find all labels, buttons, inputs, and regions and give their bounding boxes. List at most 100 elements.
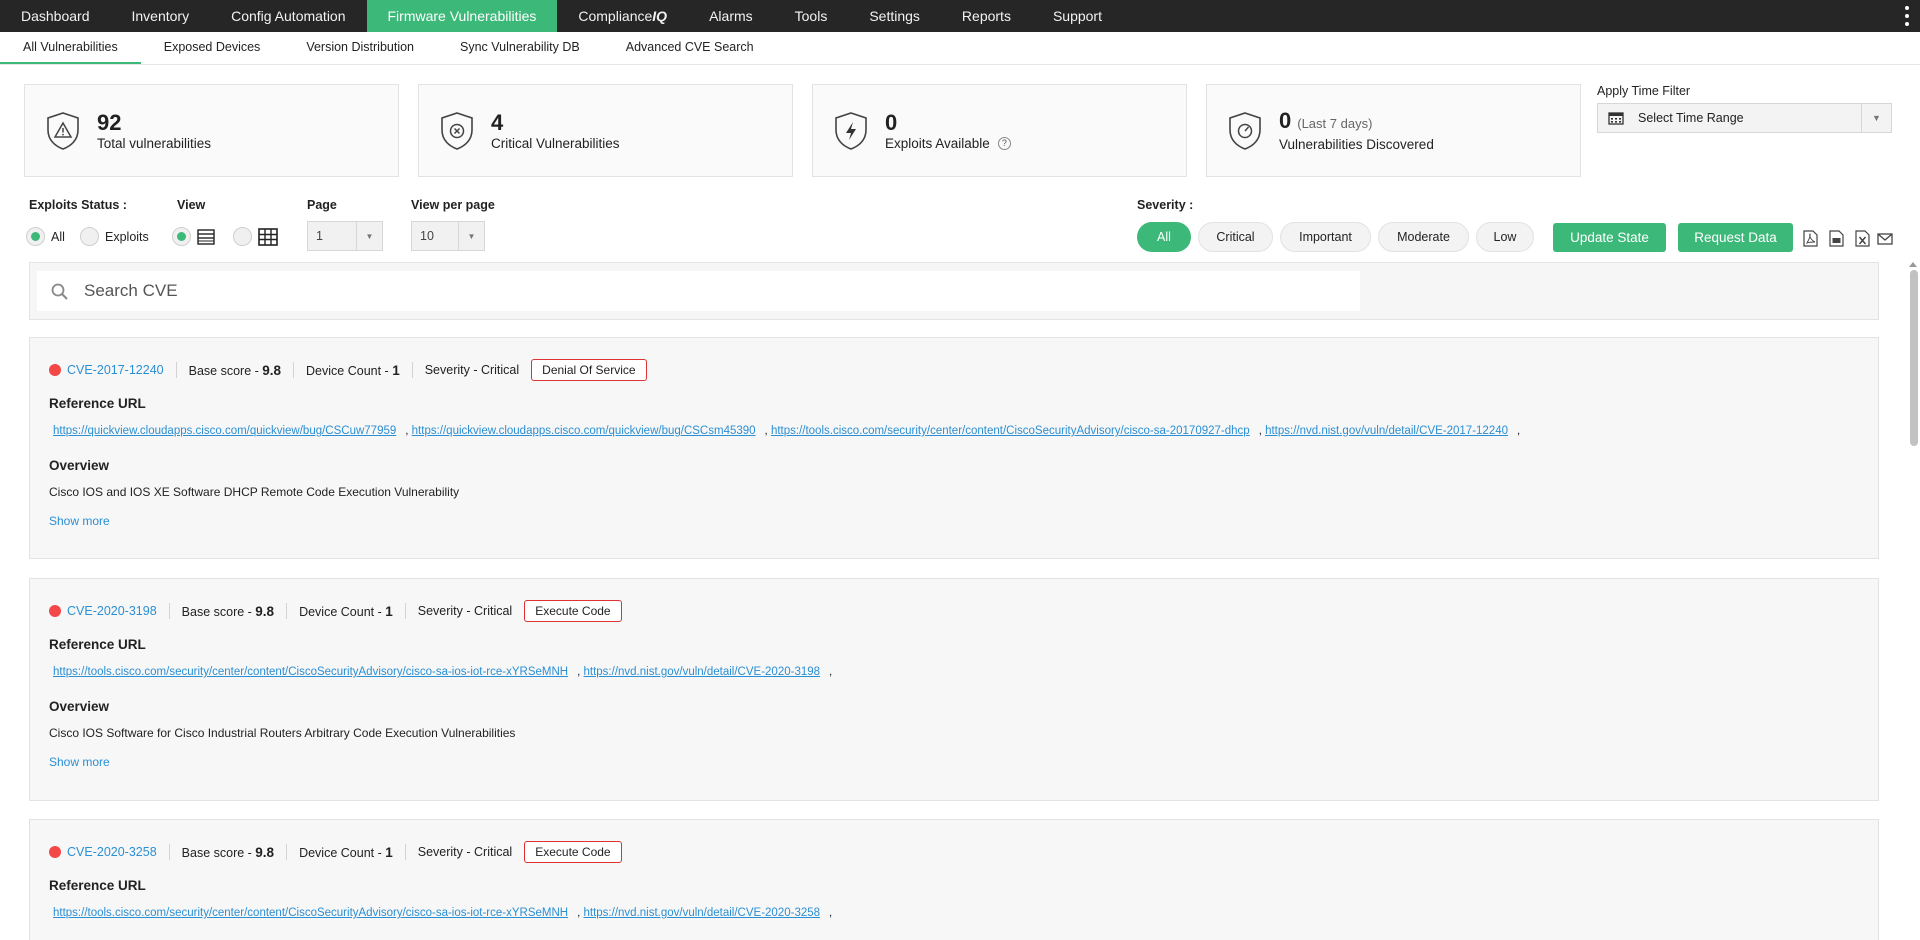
radio-button[interactable]: [172, 227, 191, 246]
reference-url-heading: Reference URL: [49, 637, 146, 652]
radio-button[interactable]: [233, 227, 252, 246]
cve-header: CVE-2017-12240 Base score - 9.8 Device C…: [49, 358, 1878, 382]
reference-link[interactable]: https://nvd.nist.gov/vuln/detail/CVE-201…: [1265, 425, 1508, 437]
radio-button[interactable]: [80, 227, 99, 246]
base-score-value: 9.8: [255, 844, 275, 860]
tab-config-automation[interactable]: Config Automation: [210, 0, 366, 32]
link-separator: ,: [764, 425, 771, 437]
link-separator: ,: [1517, 425, 1521, 437]
subtab-advanced-cve-search[interactable]: Advanced CVE Search: [603, 32, 777, 64]
calendar-icon: [1608, 112, 1624, 125]
cve-id-link[interactable]: CVE-2017-12240: [67, 363, 164, 377]
reference-link[interactable]: https://quickview.cloudapps.cisco.com/qu…: [412, 425, 756, 437]
page-select[interactable]: 1 ▼: [307, 221, 383, 251]
cve-id-link[interactable]: CVE-2020-3198: [67, 604, 157, 618]
tab-tools[interactable]: Tools: [774, 0, 849, 32]
tab-support[interactable]: Support: [1032, 0, 1123, 32]
device-count-label: Device Count -: [299, 845, 386, 860]
reference-link[interactable]: https://quickview.cloudapps.cisco.com/qu…: [53, 425, 396, 437]
radio-exploits-label: Exploits: [105, 229, 149, 244]
divider: [286, 844, 288, 860]
tab-settings[interactable]: Settings: [848, 0, 941, 32]
radio-all[interactable]: All: [26, 227, 65, 246]
chevron-down-icon[interactable]: ▼: [458, 222, 484, 250]
reference-link[interactable]: https://tools.cisco.com/security/center/…: [53, 907, 568, 919]
scroll-up-arrow[interactable]: [1909, 262, 1917, 267]
impact-tag: Denial Of Service: [531, 359, 647, 381]
stat-card-critical: 4 Critical Vulnerabilities: [418, 84, 793, 177]
reference-link[interactable]: https://tools.cisco.com/security/center/…: [771, 425, 1250, 437]
subtab-sync-vulnerability-db[interactable]: Sync Vulnerability DB: [437, 32, 603, 64]
subtab-exposed-devices[interactable]: Exposed Devices: [141, 32, 284, 64]
stat-value: 4: [491, 109, 504, 135]
subtab-version-distribution[interactable]: Version Distribution: [283, 32, 437, 64]
tab-inventory[interactable]: Inventory: [111, 0, 211, 32]
severity-label: Severity :: [1137, 198, 1194, 212]
vertical-scrollbar[interactable]: [1910, 270, 1918, 446]
page-label: Page: [307, 198, 337, 212]
divider: [404, 844, 406, 860]
time-filter: Apply Time Filter Select Time Range ▼: [1597, 84, 1892, 133]
reference-links: https://tools.cisco.com/security/center/…: [53, 666, 1878, 678]
base-score: Base score - 9.8: [189, 363, 281, 378]
tab-compliance-iq[interactable]: Compliance IQ: [557, 0, 688, 32]
chevron-down-icon[interactable]: ▼: [356, 222, 382, 250]
base-score: Base score - 9.8: [182, 604, 274, 619]
show-more-link[interactable]: Show more: [49, 755, 1878, 769]
cve-id-link[interactable]: CVE-2020-3258: [67, 845, 157, 859]
link-separator: ,: [829, 907, 833, 919]
tab-alarms[interactable]: Alarms: [688, 0, 774, 32]
reference-link[interactable]: https://nvd.nist.gov/vuln/detail/CVE-202…: [584, 907, 821, 919]
search-input[interactable]: [84, 281, 1284, 301]
help-icon[interactable]: ?: [997, 136, 1011, 150]
stat-label-row: Exploits Available?: [885, 136, 1011, 151]
pdf-export-icon[interactable]: [1803, 230, 1818, 247]
time-range-select[interactable]: Select Time Range ▼: [1597, 103, 1892, 133]
tab-compliance-suffix: IQ: [652, 8, 668, 24]
update-state-button[interactable]: Update State: [1553, 223, 1666, 252]
severity-all-button[interactable]: All: [1137, 222, 1191, 252]
tab-reports[interactable]: Reports: [941, 0, 1032, 32]
severity-text: Severity - Critical: [417, 604, 513, 618]
reference-link[interactable]: https://nvd.nist.gov/vuln/detail/CVE-202…: [584, 666, 821, 678]
top-navigation: Dashboard Inventory Config Automation Fi…: [0, 0, 1920, 32]
device-count-label: Device Count -: [306, 363, 393, 378]
subtab-all-vulnerabilities[interactable]: All Vulnerabilities: [0, 32, 141, 64]
radio-exploits[interactable]: Exploits: [80, 227, 149, 246]
severity-important-button[interactable]: Important: [1280, 222, 1371, 252]
excel-export-icon[interactable]: [1855, 230, 1870, 247]
cve-card: CVE-2020-3198 Base score - 9.8 Device Co…: [29, 578, 1879, 801]
show-more-link[interactable]: Show more: [49, 514, 1878, 528]
tab-firmware-vulnerabilities[interactable]: Firmware Vulnerabilities: [366, 0, 558, 32]
per-page-select[interactable]: 10 ▼: [411, 221, 485, 251]
base-score-label: Base score -: [181, 604, 256, 619]
tab-dashboard[interactable]: Dashboard: [0, 0, 111, 32]
cve-header: CVE-2020-3198 Base score - 9.8 Device Co…: [49, 599, 1878, 623]
request-data-button[interactable]: Request Data: [1678, 223, 1793, 252]
severity-low-button[interactable]: Low: [1476, 222, 1534, 252]
email-icon[interactable]: [1877, 233, 1893, 245]
view-list-option[interactable]: [172, 227, 215, 246]
stat-value: 0: [885, 109, 898, 135]
page-value: 1: [316, 229, 323, 243]
link-separator: ,: [829, 666, 833, 678]
reference-links: https://tools.cisco.com/security/center/…: [53, 907, 1878, 919]
link-separator: ,: [405, 425, 412, 437]
stat-value: 0: [1279, 108, 1292, 133]
reference-link[interactable]: https://tools.cisco.com/security/center/…: [53, 666, 568, 678]
x-shield-icon: [441, 111, 473, 150]
stats-row: 92 Total vulnerabilities 4 Critical Vuln…: [24, 84, 1581, 177]
severity-text: Severity - Critical: [417, 845, 513, 859]
severity-moderate-button[interactable]: Moderate: [1378, 222, 1469, 252]
chevron-down-icon[interactable]: ▼: [1861, 104, 1891, 132]
time-filter-label: Apply Time Filter: [1597, 84, 1691, 98]
severity-critical-button[interactable]: Critical: [1198, 222, 1273, 252]
grid-view-icon: [258, 227, 278, 246]
base-score-value: 9.8: [255, 603, 275, 619]
doc-export-icon[interactable]: [1829, 230, 1844, 247]
radio-button[interactable]: [26, 227, 45, 246]
view-grid-option[interactable]: [233, 227, 278, 246]
device-count-label: Device Count -: [299, 604, 386, 619]
more-menu-icon[interactable]: [1904, 6, 1910, 26]
per-page-value: 10: [420, 229, 434, 243]
